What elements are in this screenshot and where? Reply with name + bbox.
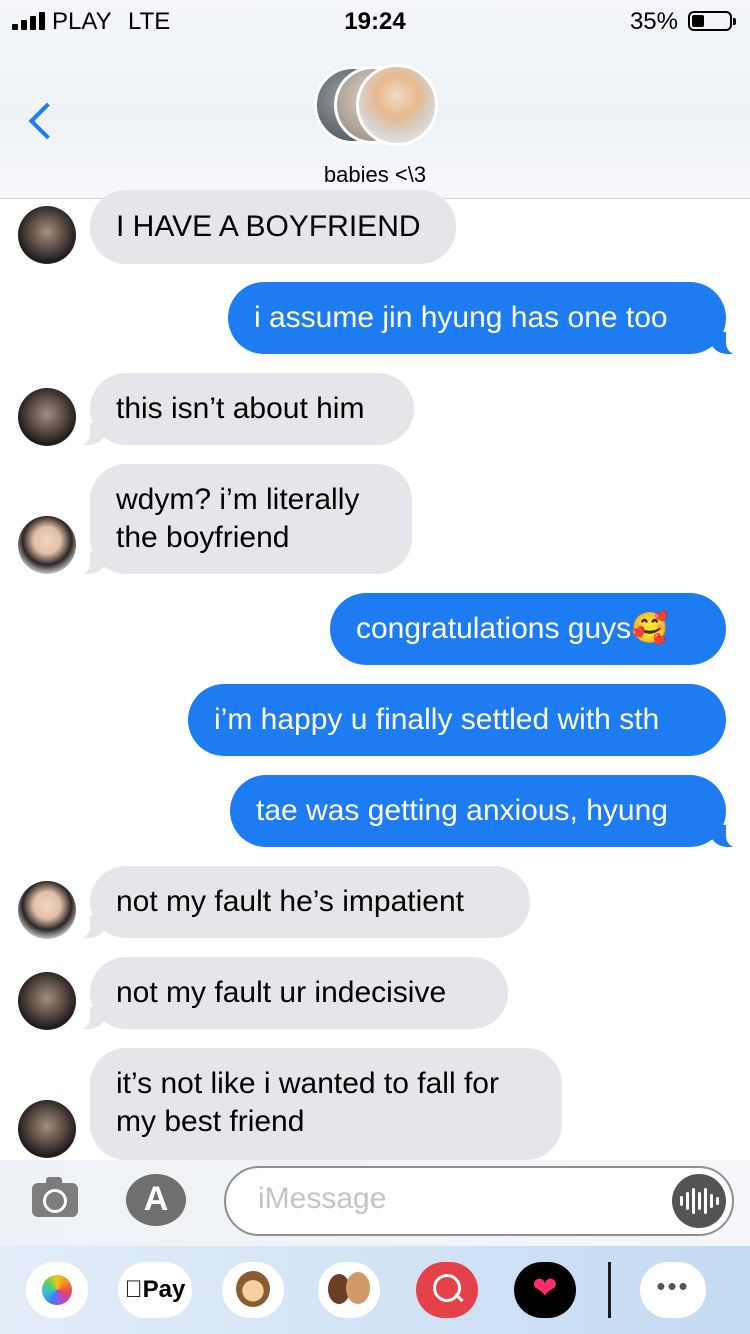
chevron-left-icon[interactable] [28,102,66,140]
message-text: it’s not like i wanted to fall for [116,1067,499,1100]
message-input[interactable]: iMessage [224,1166,734,1236]
apple-logo-icon:  [125,1276,143,1303]
app-store-icon[interactable]: A [126,1174,186,1226]
drawer-divider [608,1262,611,1318]
message-text: i’m happy u finally settled with sth [214,703,660,736]
sender-avatar[interactable] [18,1100,76,1158]
apple-pay-label: Pay [133,1276,186,1303]
digital-touch-heart-icon[interactable] [514,1262,576,1318]
photos-icon[interactable] [26,1262,88,1318]
message-text: my best friend [116,1105,305,1138]
more-icon[interactable] [640,1262,706,1318]
battery-percentage: 35% [629,8,678,35]
message-text: not my fault he’s impatient [116,885,464,918]
message-text: tae was getting anxious, hyung [256,794,668,827]
audio-waveform-icon[interactable] [672,1174,726,1228]
animoji-monkey-icon[interactable] [222,1262,284,1318]
memoji-stickers-icon[interactable] [318,1262,380,1318]
message-text: not my fault ur indecisive [116,976,447,1009]
sender-avatar[interactable] [18,388,76,446]
message-bubble-incoming[interactable]: this isn’t about him [70,373,414,446]
message-bubble-incoming[interactable]: wdym? i’m literally the boyfriend [70,464,412,575]
message-input-placeholder: iMessage [258,1182,387,1215]
status-bar: PLAY LTE 19:24 35% [0,0,750,44]
message-bubble-incoming[interactable]: I HAVE A BOYFRIEND [90,190,456,264]
sender-avatar[interactable] [18,206,76,264]
sender-avatar[interactable] [18,972,76,1030]
battery-icon [688,11,736,31]
message-bubble-outgoing[interactable]: tae was getting anxious, hyung [230,775,746,848]
message-bubble-incoming[interactable]: not my fault ur indecisive [70,957,508,1030]
camera-icon[interactable] [32,1177,78,1217]
message-text: the boyfriend [116,521,290,554]
message-bubble-incoming[interactable]: it’s not like i wanted to fall for my be… [90,1048,562,1160]
conversation-header: PLAY LTE 19:24 35% babies <\3 [0,0,750,199]
sender-avatar[interactable] [18,516,76,574]
message-text: I HAVE A BOYFRIEND [116,210,421,243]
sender-avatar[interactable] [18,881,76,939]
message-bubble-outgoing[interactable]: i assume jin hyung has one too [228,282,746,355]
apple-pay-button[interactable]: Pay [118,1262,192,1318]
group-avatar[interactable] [356,64,438,146]
message-bubble-outgoing[interactable]: i’m happy u finally settled with sth [188,684,726,756]
message-bubble-incoming[interactable]: not my fault he’s impatient [70,866,530,939]
message-text: this isn’t about him [116,392,365,425]
web-images-search-icon[interactable] [416,1262,478,1318]
message-text: congratulations guys🥰 [356,612,669,645]
group-name[interactable]: babies <\3 [0,162,750,188]
message-text: wdym? i’m literally [116,483,360,516]
message-bubble-outgoing[interactable]: congratulations guys🥰 [330,593,726,665]
message-text: i assume jin hyung has one too [254,301,668,334]
